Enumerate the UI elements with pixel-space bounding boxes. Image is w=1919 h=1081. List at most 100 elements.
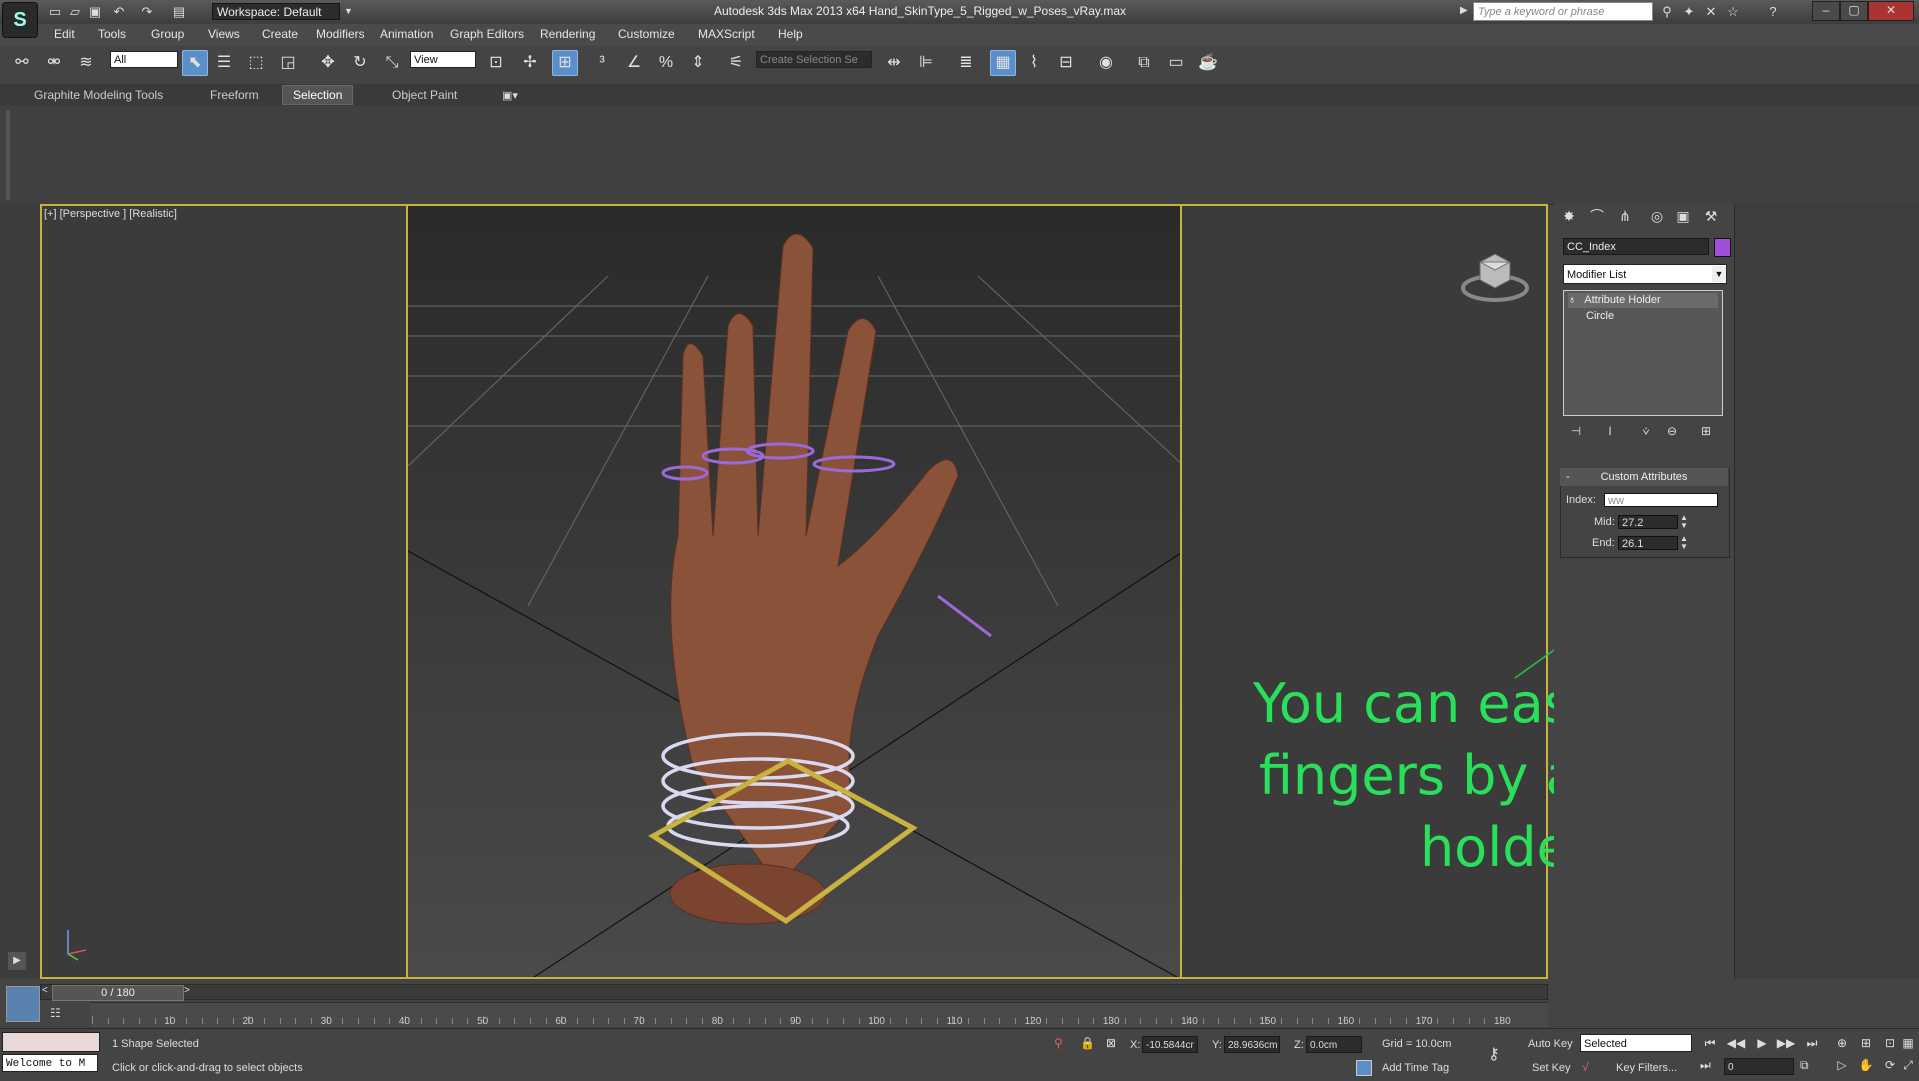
chevron-down-icon[interactable]: ▼	[1712, 266, 1726, 282]
menu-maxscript[interactable]: MAXScript	[698, 27, 755, 41]
window-crossing-icon[interactable]: ◲	[276, 51, 300, 75]
isolate-selection-icon[interactable]: ⚲	[1054, 1036, 1063, 1050]
rendered-frame-window-icon[interactable]: ▭	[1164, 51, 1188, 75]
save-file-icon[interactable]: ▣	[86, 3, 104, 21]
menu-help[interactable]: Help	[778, 27, 803, 41]
go-to-end-icon[interactable]: ⏭	[1802, 1036, 1822, 1054]
undo-icon[interactable]: ↶	[110, 3, 128, 21]
select-by-name-icon[interactable]: ☰	[212, 51, 236, 75]
select-object-icon[interactable]: ⬉	[182, 50, 208, 76]
object-name-field[interactable]: CC_Index	[1563, 238, 1709, 255]
ribbon-options-icon[interactable]: ▣▾	[502, 89, 518, 102]
orbit-icon[interactable]: ⟳	[1880, 1058, 1900, 1076]
absolute-mode-icon[interactable]: ⊠	[1106, 1036, 1116, 1050]
add-time-tag[interactable]: Add Time Tag	[1382, 1062, 1449, 1074]
z-coordinate-field[interactable]: 0.0cm	[1306, 1036, 1362, 1053]
current-frame-field[interactable]: 0	[1724, 1058, 1794, 1075]
keyboard-shortcut-override-icon[interactable]: ⊞	[552, 50, 578, 76]
menu-create[interactable]: Create	[262, 27, 298, 41]
angle-snap-icon[interactable]: ∠	[622, 51, 646, 75]
reference-coordinate-dropdown[interactable]: View	[410, 51, 476, 68]
search-input[interactable]: Type a keyword or phrase	[1473, 2, 1653, 21]
time-slider-prev-icon[interactable]: <	[42, 985, 48, 996]
menu-rendering[interactable]: Rendering	[540, 27, 595, 41]
stack-item-circle[interactable]: Circle	[1568, 309, 1736, 324]
trackbar[interactable]	[90, 1002, 1548, 1027]
expand-arrow-icon[interactable]: ▶	[8, 952, 26, 970]
trackbar-menu-icon[interactable]: ☷	[50, 1006, 61, 1020]
maxscript-output[interactable]: Welcome to M	[2, 1054, 98, 1072]
menu-edit[interactable]: Edit	[54, 27, 75, 41]
move-icon[interactable]: ✥	[316, 51, 340, 75]
next-frame-icon[interactable]: ▶▶	[1776, 1036, 1796, 1054]
menu-animation[interactable]: Animation	[380, 27, 433, 41]
end-spinner-input[interactable]: 26.1	[1618, 536, 1678, 550]
safe-frame[interactable]	[406, 204, 1182, 979]
percent-snap-icon[interactable]: %	[654, 51, 678, 75]
auto-key-button[interactable]: Auto Key	[1528, 1038, 1573, 1050]
pan-view-icon[interactable]: ✋	[1856, 1058, 1876, 1076]
close-button[interactable]: ✕	[1868, 1, 1914, 21]
set-key-button[interactable]: Set Key	[1532, 1062, 1571, 1074]
menu-group[interactable]: Group	[151, 27, 184, 41]
maximize-viewport-icon[interactable]: ⤢	[1898, 1058, 1918, 1076]
viewcube-icon[interactable]	[1460, 240, 1530, 304]
create-tab-icon[interactable]: ✸	[1558, 206, 1580, 226]
help-icon[interactable]: ?	[1764, 3, 1782, 21]
modify-tab-icon[interactable]: ⌒	[1586, 206, 1608, 226]
menu-views[interactable]: Views	[208, 27, 240, 41]
time-slider[interactable]	[40, 984, 1548, 1000]
scale-icon[interactable]: ⤡	[380, 51, 404, 75]
time-slider-next-icon[interactable]: >	[184, 985, 190, 996]
communication-icon[interactable]: ✕	[1702, 3, 1720, 21]
rectangular-selection-icon[interactable]: ⬚	[244, 51, 268, 75]
zoom-all-icon[interactable]: ⊞	[1856, 1036, 1876, 1054]
object-color-swatch[interactable]	[1714, 238, 1731, 257]
menu-modifiers[interactable]: Modifiers	[316, 27, 365, 41]
remove-modifier-icon[interactable]: ⊖	[1662, 424, 1682, 440]
stack-item-attribute-holder[interactable]: ♁ Attribute Holder	[1568, 293, 1718, 308]
key-icon[interactable]: ⚷	[1488, 1044, 1500, 1064]
key-filter-selected-dropdown[interactable]: Selected	[1580, 1034, 1692, 1052]
play-icon[interactable]: ▶	[1752, 1036, 1772, 1054]
rotate-icon[interactable]: ↻	[348, 51, 372, 75]
pin-stack-icon[interactable]: ⊣	[1566, 424, 1586, 440]
hierarchy-tab-icon[interactable]: ⋔	[1614, 206, 1636, 226]
material-editor-icon[interactable]: ◉	[1094, 51, 1118, 75]
bind-space-warp-icon[interactable]: ≋	[74, 51, 98, 75]
mid-spinner-input[interactable]: 27.2	[1618, 515, 1678, 529]
chevron-down-icon[interactable]: ▼	[344, 6, 353, 16]
y-coordinate-field[interactable]: 28.9636cm	[1224, 1036, 1280, 1053]
pivot-center-icon[interactable]: ⊡	[484, 51, 508, 75]
go-to-start-icon[interactable]: ⏮	[1700, 1036, 1720, 1054]
edit-named-selection-icon[interactable]: ⚟	[724, 51, 748, 75]
open-file-icon[interactable]: ▱	[66, 3, 84, 21]
configure-modifier-sets-icon[interactable]: ⊞	[1696, 424, 1716, 440]
show-end-result-icon[interactable]: Ι	[1600, 424, 1620, 440]
lightbulb-icon[interactable]: ♁	[1568, 294, 1576, 306]
set-key-curve-icon[interactable]: √	[1582, 1060, 1589, 1074]
minimize-button[interactable]: –	[1812, 1, 1840, 21]
workspace-dropdown[interactable]: Workspace: Default	[212, 3, 340, 20]
tab-selection[interactable]: Selection	[282, 85, 354, 105]
custom-attributes-title[interactable]: - Custom Attributes	[1560, 468, 1728, 486]
end-spinner-arrows-icon[interactable]: ▲ ▼	[1680, 535, 1688, 551]
selection-lock-icon[interactable]: 🔒	[1080, 1036, 1095, 1050]
selection-filter-dropdown[interactable]: All	[110, 51, 178, 68]
menu-customize[interactable]: Customize	[618, 27, 675, 41]
select-manipulate-icon[interactable]: ✢	[518, 51, 542, 75]
zoom-icon[interactable]: ⊕	[1832, 1036, 1852, 1054]
tab-freeform[interactable]: Freeform	[200, 86, 269, 104]
maxscript-mini-listener[interactable]	[2, 1032, 100, 1052]
app-logo-icon[interactable]: S	[2, 2, 38, 38]
make-unique-icon[interactable]: ⩒	[1636, 424, 1656, 440]
mirror-icon[interactable]: ⇹	[882, 51, 906, 75]
key-mode-icon[interactable]: ⏭	[1700, 1058, 1711, 1073]
redo-icon[interactable]: ↷	[138, 3, 156, 21]
viewport-label[interactable]: [+] [Perspective ] [Realistic]	[44, 208, 177, 220]
time-configuration-icon[interactable]: ⧉	[1800, 1058, 1809, 1073]
snaps-toggle-icon[interactable]: ³	[590, 51, 614, 75]
time-slider-thumb[interactable]: 0 / 180	[52, 985, 184, 1001]
time-tag-icon[interactable]	[1356, 1060, 1372, 1076]
layer-manager-icon[interactable]: ≣	[954, 51, 978, 75]
